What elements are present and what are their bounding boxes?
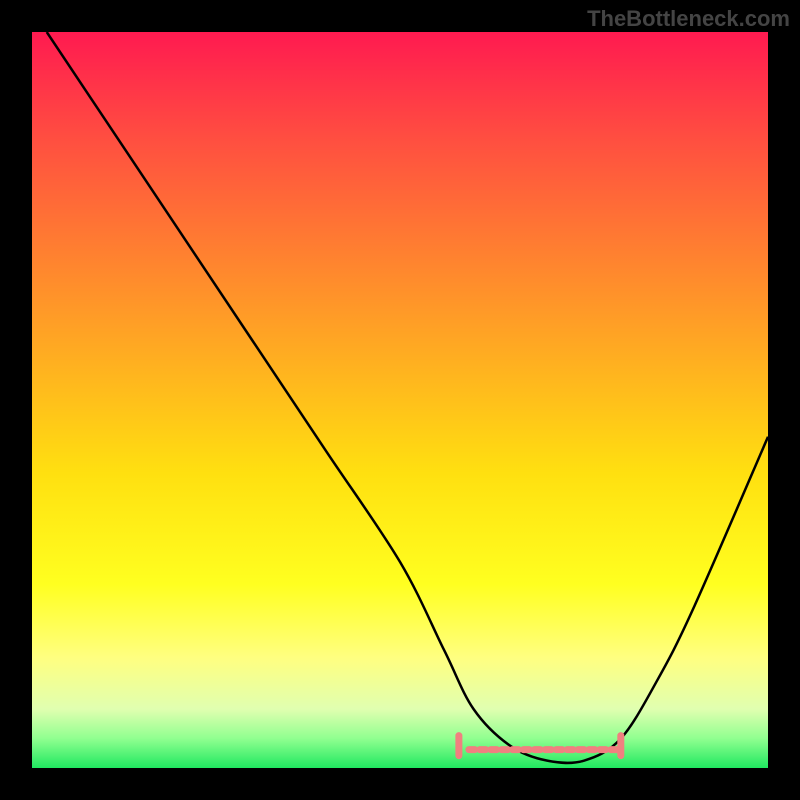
curve-line [47,32,768,763]
optimal-range-highlight [459,736,621,756]
chart-overlay [32,32,768,768]
watermark-text: TheBottleneck.com [587,6,790,32]
